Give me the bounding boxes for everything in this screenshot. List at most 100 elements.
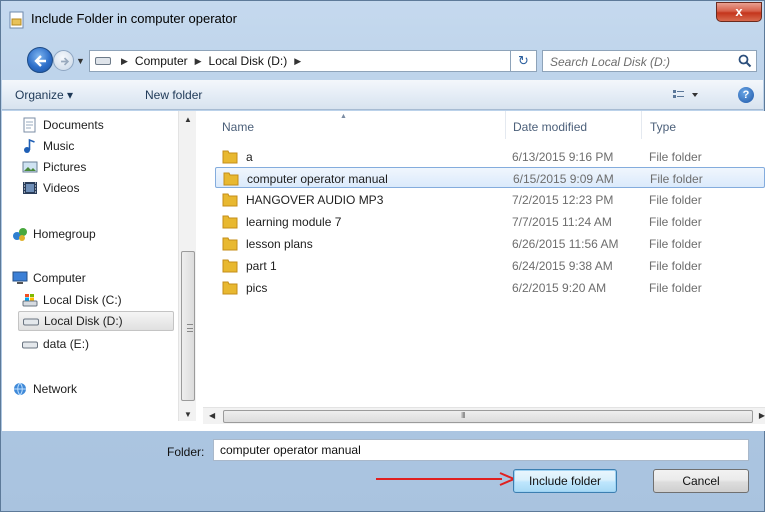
scroll-up-icon[interactable]: ▲: [184, 115, 192, 124]
scroll-thumb[interactable]: [223, 410, 753, 423]
nav-item-documents[interactable]: Documents: [22, 115, 104, 135]
documents-icon: [23, 117, 36, 133]
back-arrow-icon: [34, 55, 46, 67]
cancel-button[interactable]: Cancel: [653, 469, 749, 493]
drive-icon: [95, 57, 111, 65]
back-button[interactable]: [27, 47, 53, 73]
nav-item-label: Local Disk (C:): [43, 293, 122, 307]
search-input[interactable]: [550, 54, 730, 69]
nav-item-homegroup[interactable]: Homegroup: [12, 224, 96, 244]
file-type: File folder: [649, 281, 702, 295]
refresh-icon: ↻: [518, 53, 529, 68]
file-type: File folder: [649, 215, 702, 229]
file-name: part 1: [246, 259, 277, 273]
nav-item-label: Local Disk (D:): [44, 314, 123, 328]
folder-name-field[interactable]: computer operator manual: [213, 439, 749, 461]
dialog-window: Include Folder in computer operator x ▼ …: [0, 0, 765, 512]
close-button[interactable]: x: [716, 2, 762, 22]
search-box[interactable]: [542, 50, 757, 72]
folder-icon: [222, 215, 238, 229]
file-row[interactable]: part 1 6/24/2015 9:38 AM File folder: [215, 255, 765, 276]
horizontal-scrollbar[interactable]: ◀ III ▶: [203, 407, 765, 424]
nav-item-local-disk-c[interactable]: Local Disk (C:): [22, 290, 122, 310]
file-date: 6/13/2015 9:16 PM: [512, 150, 614, 164]
homegroup-icon: [13, 228, 27, 241]
file-date: 7/2/2015 12:23 PM: [512, 193, 614, 207]
file-row[interactable]: learning module 7 7/7/2015 11:24 AM File…: [215, 211, 765, 232]
recent-pages-dropdown-icon[interactable]: ▼: [76, 56, 85, 66]
folder-icon: [222, 281, 238, 295]
file-type: File folder: [649, 259, 702, 273]
file-name: computer operator manual: [247, 172, 388, 186]
nav-item-computer[interactable]: Computer: [12, 268, 86, 288]
new-folder-button[interactable]: New folder: [145, 88, 202, 102]
folder-label: Folder:: [167, 445, 205, 459]
file-row[interactable]: lesson plans 6/26/2015 11:56 AM File fol…: [215, 233, 765, 254]
nav-item-local-disk-d[interactable]: Local Disk (D:): [18, 311, 174, 331]
forward-arrow-icon: [61, 57, 70, 66]
file-row[interactable]: HANGOVER AUDIO MP3 7/2/2015 12:23 PM Fil…: [215, 189, 765, 210]
forward-button[interactable]: [53, 50, 74, 71]
scroll-left-icon[interactable]: ◀: [209, 411, 215, 420]
column-type[interactable]: Type: [650, 120, 676, 134]
nav-item-label: Videos: [43, 181, 80, 195]
file-name: a: [246, 150, 253, 164]
nav-item-label: Homegroup: [33, 227, 96, 241]
annotation-arrow-icon: [376, 472, 516, 486]
nav-item-label: Network: [33, 382, 78, 396]
breadcrumb-separator-icon[interactable]: ▶: [121, 56, 128, 67]
nav-item-music[interactable]: Music: [22, 136, 74, 156]
file-date: 6/2/2015 9:20 AM: [512, 281, 607, 295]
scroll-down-icon[interactable]: ▼: [184, 410, 192, 419]
system-drive-icon: [22, 294, 38, 307]
breadcrumb-separator-icon[interactable]: ▶: [294, 56, 301, 67]
help-icon[interactable]: ?: [738, 87, 754, 103]
window-title: Include Folder in computer operator: [31, 11, 237, 26]
refresh-button[interactable]: ↻: [511, 50, 537, 72]
scroll-right-icon[interactable]: ▶: [759, 411, 765, 420]
sort-ascending-icon: ▲: [340, 113, 347, 120]
breadcrumb-computer[interactable]: Computer: [135, 54, 188, 68]
file-list: ▲ Name Date modified Type a 6/13/2015 9:…: [203, 111, 765, 421]
column-date-modified[interactable]: Date modified: [513, 120, 587, 134]
folder-icon: [222, 237, 238, 251]
drive-icon: [23, 318, 39, 326]
title-bar: Include Folder in computer operator x: [1, 1, 764, 39]
address-bar[interactable]: ▶ Computer ▶ Local Disk (D:) ▶ ▼: [89, 50, 588, 72]
file-type: File folder: [650, 172, 703, 186]
breadcrumb-local-disk-d[interactable]: Local Disk (D:): [209, 54, 288, 68]
view-options-icon: [673, 90, 698, 98]
file-name: lesson plans: [246, 237, 313, 251]
command-toolbar: Organize ▾ New folder ?: [2, 80, 763, 110]
include-folder-button[interactable]: Include folder: [513, 469, 617, 493]
file-date: 6/15/2015 9:09 AM: [513, 172, 614, 186]
close-icon: x: [735, 4, 743, 19]
file-row[interactable]: a 6/13/2015 9:16 PM File folder: [215, 146, 765, 167]
computer-icon: [12, 271, 28, 284]
navigation-scrollbar[interactable]: ▲ ▼: [178, 111, 196, 421]
nav-item-videos[interactable]: Videos: [22, 178, 79, 198]
pictures-icon: [22, 161, 38, 173]
videos-icon: [23, 182, 37, 194]
file-date: 7/7/2015 11:24 AM: [512, 215, 612, 229]
file-name: pics: [246, 281, 268, 295]
nav-item-label: data (E:): [43, 337, 90, 351]
nav-item-network[interactable]: Network: [12, 379, 77, 399]
file-date: 6/24/2015 9:38 AM: [512, 259, 613, 273]
search-icon[interactable]: [738, 54, 752, 68]
file-row-selected[interactable]: computer operator manual 6/15/2015 9:09 …: [215, 167, 765, 188]
file-name: learning module 7: [246, 215, 342, 229]
folder-icon: [222, 259, 238, 273]
nav-item-label: Pictures: [43, 160, 87, 174]
scroll-thumb[interactable]: [181, 251, 195, 401]
nav-item-data-e[interactable]: data (E:): [22, 334, 89, 354]
nav-item-pictures[interactable]: Pictures: [22, 157, 86, 177]
organize-button[interactable]: Organize ▾: [15, 88, 73, 102]
navigation-pane: Documents Music Pictures Videos Homegrou…: [2, 111, 178, 421]
column-name[interactable]: Name: [222, 120, 254, 134]
file-row[interactable]: pics 6/2/2015 9:20 AM File folder: [215, 277, 765, 298]
browser-content: Documents Music Pictures Videos Homegrou…: [2, 111, 765, 431]
navigation-bar: ▼ ▶ Computer ▶ Local Disk (D:) ▶ ▼ ↻: [1, 43, 764, 77]
breadcrumb-separator-icon[interactable]: ▶: [195, 56, 202, 67]
change-view-button[interactable]: [672, 88, 702, 102]
